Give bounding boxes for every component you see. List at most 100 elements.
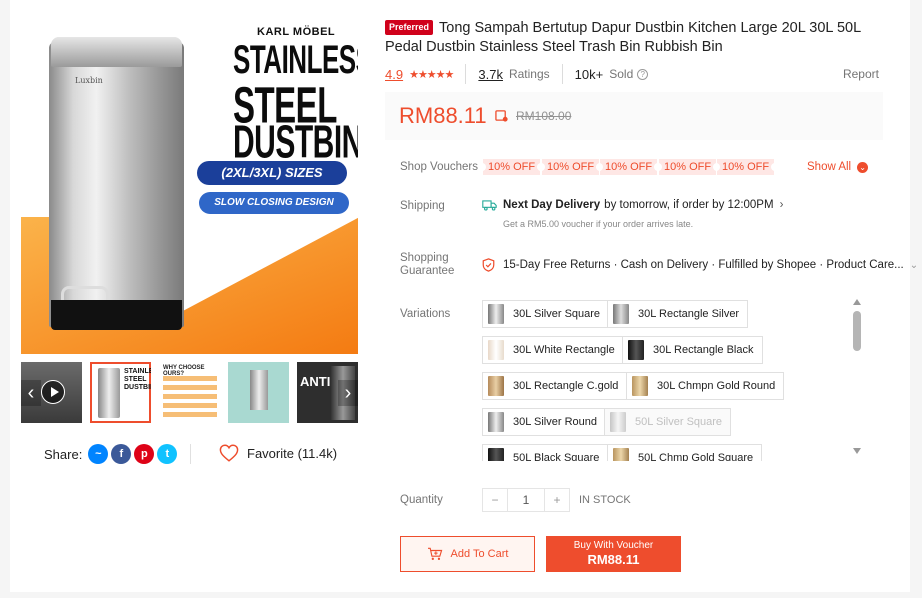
variation-thumb [488,304,504,324]
quantity-label: Quantity [400,494,443,506]
stats-divider [561,64,563,84]
rating-value[interactable]: 4.9 [385,67,403,82]
scroll-up-icon[interactable] [853,299,861,305]
variation-thumb [488,376,504,396]
thumbnail-why-choose[interactable]: WHY CHOOSE OURS? [159,362,220,423]
shipping-label: Shipping [400,200,445,212]
variation-option[interactable]: 30L Rectangle Silver [607,300,749,328]
share-divider [190,444,191,464]
thumbnail-prev-arrow[interactable]: ‹ [21,380,41,406]
price-box: RM88.11 RM108.00 [385,92,883,140]
price-tag-icon[interactable] [495,109,508,122]
heart-icon [219,444,239,462]
ratings-count[interactable]: 3.7k [478,67,503,82]
variation-thumb [632,376,648,396]
shipping-title: Next Day Delivery [503,199,601,211]
bin-brand-text: Luxbin [75,76,103,85]
variations-scrollbar[interactable] [851,297,863,457]
play-icon [41,380,65,404]
rating-stars-icon: ★★★★★ [409,68,454,81]
buy-label: Buy With Voucher [573,540,654,551]
thumbnail-features[interactable] [228,362,289,423]
variation-option[interactable]: 50L Chmp Gold Square [607,444,763,461]
shipping-sub: Get a RM5.00 voucher if your order arriv… [503,219,694,229]
shield-icon [482,258,495,272]
quantity-input[interactable]: 1 [507,489,545,511]
voucher-chip[interactable]: 10% OFF [715,159,776,175]
shop-vouchers-label: Shop Vouchers [400,161,479,173]
shipping-detail: by tomorrow, if order by 12:00PM [604,199,774,211]
quantity-stepper: − 1 + [482,488,570,512]
thumbnail-stainless-bin[interactable]: STAINLESSSTEELDUSTBIN [90,362,151,423]
facebook-icon[interactable]: f [111,444,132,464]
variation-option[interactable]: 30L Silver Square [482,300,610,328]
quantity-increase-button[interactable]: + [545,489,569,511]
truck-icon [482,199,497,211]
variation-thumb [488,448,504,461]
variation-option[interactable]: 30L Silver Round [482,408,606,436]
variation-label: 30L Silver Round [513,416,597,428]
variation-option[interactable]: 30L Rectangle Black [622,336,763,364]
guarantee-info[interactable]: 15-Day Free Returns · Cash on Delivery ·… [482,258,918,272]
voucher-chip[interactable]: 10% OFF [540,159,601,175]
variations-label: Variations [400,308,451,320]
variation-label: 30L White Rectangle [513,344,615,356]
variation-label: 30L Rectangle Black [653,344,754,356]
variation-thumb [613,304,629,324]
guarantee-label: Shopping Guarantee [400,252,454,278]
product-title: Tong Sampah Bertutup Dapur Dustbin Kitch… [385,20,861,55]
voucher-chip[interactable]: 10% OFF [598,159,659,175]
stats-divider [465,64,467,84]
pinterest-icon[interactable]: p [134,444,155,464]
ratings-label: Ratings [508,67,550,81]
buy-with-voucher-button[interactable]: Buy With Voucher RM88.11 [546,536,681,572]
variation-option[interactable]: 30L Rectangle C.gold [482,372,628,400]
sold-label: Sold [609,67,634,81]
twitter-icon[interactable]: t [157,444,178,464]
variation-option[interactable]: 50L Silver Square [604,408,732,436]
scrollbar-thumb[interactable] [853,311,861,351]
chevron-right-icon: › [779,199,784,211]
variation-thumb [488,340,504,360]
product-title-block: Preferred Tong Sampah Bertutup Dapur Dust… [385,19,885,57]
show-all-label: Show All [807,161,852,173]
help-icon[interactable]: ? [637,68,649,80]
bin-base [51,300,182,330]
price-current: RM88.11 [399,103,487,128]
guarantee-label-line2: Guarantee [400,265,455,277]
sizes-pill: (2XL/3XL) SIZES [197,161,347,185]
stock-status: IN STOCK [579,494,631,506]
voucher-chip[interactable]: 10% OFF [657,159,718,175]
closing-pill: SLOW CLOSING DESIGN [199,192,349,214]
quantity-decrease-button[interactable]: − [483,489,507,511]
variation-option[interactable]: 50L Black Square [482,444,609,461]
scroll-down-icon[interactable] [853,448,861,454]
thumbnail-next-arrow[interactable]: › [338,380,358,406]
main-product-image[interactable]: Luxbin KARL MÖBEL STAINLESS STEEL DUSTBI… [21,22,358,354]
variation-thumb [488,412,504,432]
voucher-chip[interactable]: 10% OFF [481,159,542,175]
share-section: Share: ~ f p t [44,444,180,464]
variation-option[interactable]: 30L Chmpn Gold Round [626,372,785,400]
variation-label: 50L Chmp Gold Square [638,452,754,461]
show-all-vouchers-button[interactable]: Show All ⌄ [807,161,869,173]
guarantee-text: 15-Day Free Returns · Cash on Delivery ·… [503,259,904,271]
messenger-icon[interactable]: ~ [88,444,109,464]
variation-option[interactable]: 30L White Rectangle [482,336,624,364]
add-to-cart-button[interactable]: Add To Cart [400,536,535,572]
variation-label: 30L Rectangle C.gold [513,380,619,392]
shipping-info[interactable]: Next Day Delivery by tomorrow, if order … [482,199,783,211]
thumbnail-strip: ‹ STAINLESSSTEELDUSTBIN WHY CHOOSE OURS?… [21,362,358,424]
variation-label: 30L Rectangle Silver [638,308,740,320]
chevron-down-icon: ⌄ [857,161,869,173]
buy-price: RM88.11 [587,552,640,567]
variation-thumb [610,412,626,432]
guarantee-label-line1: Shopping [400,252,449,264]
preferred-badge: Preferred [385,20,434,35]
variation-thumb [613,448,629,461]
favorite-button[interactable]: Favorite (11.4k) [219,444,337,462]
share-label: Share: [44,446,83,462]
report-link[interactable]: Report [843,67,879,81]
price-original: RM108.00 [516,109,572,123]
thumbnail-anti-text: ANTI [300,374,331,389]
